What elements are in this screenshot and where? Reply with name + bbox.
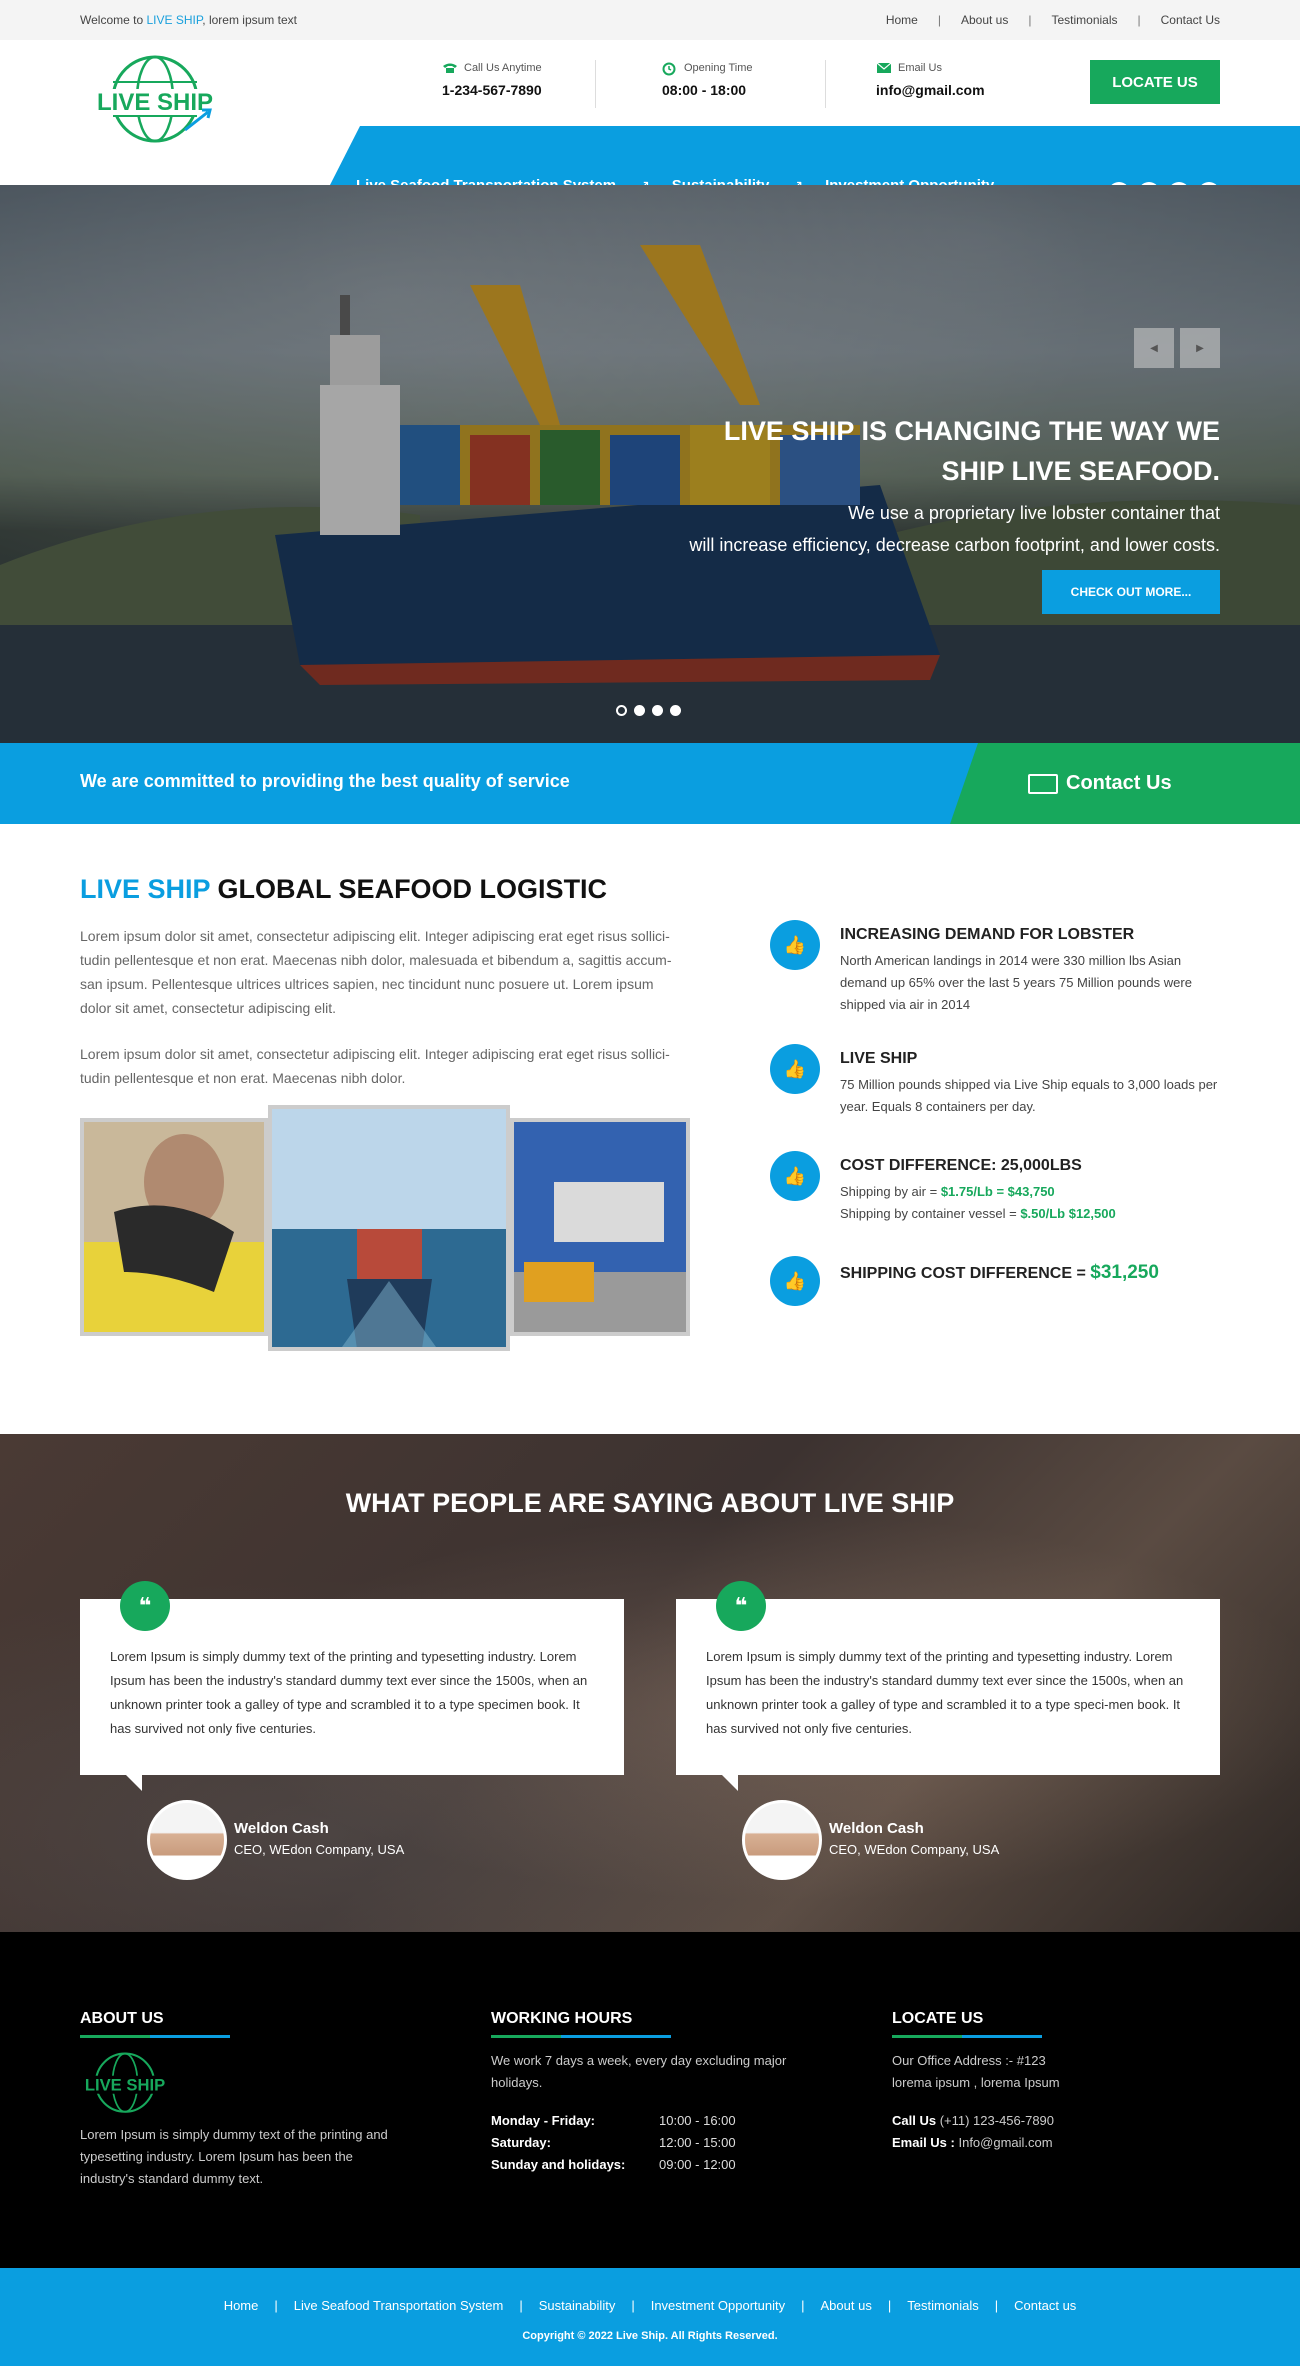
feature-item: 👍 LIVE SHIP 75 Million pounds shipped vi… [770,1044,1230,1134]
page: Welcome to LIVE SHIP, lorem ipsum text H… [0,0,1300,2366]
footer-phone[interactable]: (+11) 123-456-7890 [936,2113,1054,2128]
about-paragraph: Lorem ipsum dolor sit amet, consectetur … [80,928,672,1016]
clock-icon [662,62,678,76]
avatar [147,1800,227,1880]
nav-separator: | [1028,13,1032,27]
prev-slide-icon[interactable]: ◀ [1134,328,1174,368]
about-heading: LIVE SHIP GLOBAL SEAFOOD LOGISTIC [80,874,608,904]
locate-us-button[interactable]: LOCATE US [1090,60,1220,104]
footer-about-text: Lorem Ipsum is simply dummy text of the … [80,2127,388,2186]
call-label: Call Us Anytime [464,62,542,74]
welcome-brand[interactable]: LIVE SHIP [146,13,202,27]
site-header: LIVE SHIP Call Us Anytime 1-234-567-7890… [0,40,1300,204]
footer-about: ABOUT US LIVE SHIP Lorem Ipsum is simply… [80,2010,410,2190]
call-info: Call Us Anytime 1-234-567-7890 [442,62,542,98]
logo[interactable]: LIVE SHIP [90,52,220,147]
container-photo [510,1118,690,1336]
phone-icon [442,62,458,74]
service-band: We are committed to providing the best q… [0,743,1300,824]
nav-separator: | [1137,13,1141,27]
email-label: Email Us [898,62,943,74]
slider-dot[interactable] [652,705,663,716]
thumbs-up-icon: 👍 [770,1151,820,1201]
testimonial-name: Weldon Cash [234,1820,329,1837]
top-nav: Home | About us | Testimonials | Contact… [886,13,1220,27]
contact-label: Contact Us [1066,772,1172,794]
thumbs-up-icon: 👍 [770,1044,820,1094]
testimonial-role: CEO, WEdon Company, USA [234,1842,405,1857]
top-nav-home[interactable]: Home [886,13,918,27]
testimonial-name: Weldon Cash [829,1820,924,1837]
bottom-nav-investment[interactable]: Investment Opportunity [651,2298,785,2313]
contact-card-icon [1028,773,1058,794]
bottom-nav-live-seafood[interactable]: Live Seafood Transportation System [294,2298,504,2313]
welcome-suffix: , lorem ipsum text [202,13,297,27]
email-info: Email Us info@gmail.com [876,62,985,98]
check-out-more-button[interactable]: CHECK OUT MORE... [1042,570,1220,614]
footer: ABOUT US LIVE SHIP Lorem Ipsum is simply… [0,1932,1300,2268]
slider-dots [616,705,681,716]
globe-logo-icon: LIVE SHIP [92,55,218,143]
testimonial-card: Lorem Ipsum is simply dummy text of the … [80,1599,624,1775]
envelope-icon [876,62,892,74]
slider-dot[interactable] [634,705,645,716]
hero-title: LIVE SHIP IS CHANGING THE WAY WE SHIP LI… [723,416,1220,486]
slider-dot[interactable] [616,705,627,716]
bottom-nav: Home | Live Seafood Transportation Syste… [223,2298,1077,2313]
slider-arrows: ◀ ▶ [1134,328,1220,368]
bottom-bar: Home | Live Seafood Transportation Syste… [0,2268,1300,2366]
footer-hours: WORKING HOURS We work 7 days a week, eve… [491,2010,821,2176]
top-nav-about[interactable]: About us [961,13,1008,27]
quote-icon: ❝ [716,1581,766,1631]
bottom-nav-about[interactable]: About us [821,2298,872,2313]
testimonials-section: WHAT PEOPLE ARE SAYING ABOUT LIVE SHIP L… [0,1434,1300,1932]
slider-dot[interactable] [670,705,681,716]
top-nav-testimonials[interactable]: Testimonials [1051,13,1117,27]
thumbs-up-icon: 👍 [770,1256,820,1306]
email-value[interactable]: info@gmail.com [876,82,985,98]
top-bar: Welcome to LIVE SHIP, lorem ipsum text H… [0,0,1300,40]
hero-slider: ◀ ▶ LIVE SHIP IS CHANGING THE WAY WE SHI… [0,185,1300,743]
service-text: We are committed to providing the best q… [80,771,570,791]
call-value[interactable]: 1-234-567-7890 [442,82,542,98]
feature-item: 👍 SHIPPING COST DIFFERENCE = $31,250 [770,1256,1230,1316]
hours-label: Opening Time [684,62,753,74]
contact-us-button[interactable]: Contact Us [950,743,1300,824]
footer-logo[interactable]: LIVE SHIP [80,2050,170,2116]
testimonial-role: CEO, WEdon Company, USA [829,1842,1000,1857]
bottom-nav-home[interactable]: Home [224,2298,259,2313]
copyright: Copyright © 2022 Live Ship. All Rights R… [522,2330,778,2342]
svg-text:LIVE SHIP: LIVE SHIP [85,2075,165,2094]
next-slide-icon[interactable]: ▶ [1180,328,1220,368]
bottom-nav-testimonials[interactable]: Testimonials [907,2298,979,2313]
bottom-nav-sustainability[interactable]: Sustainability [539,2298,616,2313]
footer-email[interactable]: Info@gmail.com [955,2135,1052,2150]
bottom-nav-contact[interactable]: Contact us [1014,2298,1076,2313]
welcome-prefix: Welcome to [80,13,147,27]
hours-info: Opening Time 08:00 - 18:00 [662,62,752,98]
testimonials-heading: WHAT PEOPLE ARE SAYING ABOUT LIVE SHIP [345,1488,955,1518]
hero-subtitle: We use a proprietary live lobster contai… [689,503,1220,555]
hours-value: 08:00 - 18:00 [662,82,747,98]
hours-table: Monday - Friday: 10:00 - 16:00 Saturday: 1… [491,2113,736,2172]
about-paragraph: Lorem ipsum dolor sit amet, consectetur … [80,1046,670,1086]
divider [825,60,826,108]
divider [595,60,596,108]
ship-photo [268,1105,510,1351]
welcome-text: Welcome to LIVE SHIP, lorem ipsum text [80,13,297,27]
avatar [742,1800,822,1880]
footer-locate: LOCATE US Our Office Address :- #123 lor… [892,2010,1060,2150]
testimonial-card: Lorem Ipsum is simply dummy text of the … [676,1599,1220,1775]
globe-logo-icon: LIVE SHIP [81,2052,169,2113]
feature-item: 👍 COST DIFFERENCE: 25,000LBS Shipping by… [770,1151,1230,1241]
feature-item: 👍 INCREASING DEMAND FOR LOBSTER North Am… [770,920,1230,1030]
nav-separator: | [937,13,941,27]
thumbs-up-icon: 👍 [770,920,820,970]
lobster-photo [80,1118,268,1336]
logo-text: LIVE SHIP [97,89,213,116]
about-section: LIVE SHIP GLOBAL SEAFOOD LOGISTIC Lorem … [0,824,1300,1434]
quote-icon: ❝ [120,1581,170,1631]
top-nav-contact[interactable]: Contact Us [1161,13,1220,27]
